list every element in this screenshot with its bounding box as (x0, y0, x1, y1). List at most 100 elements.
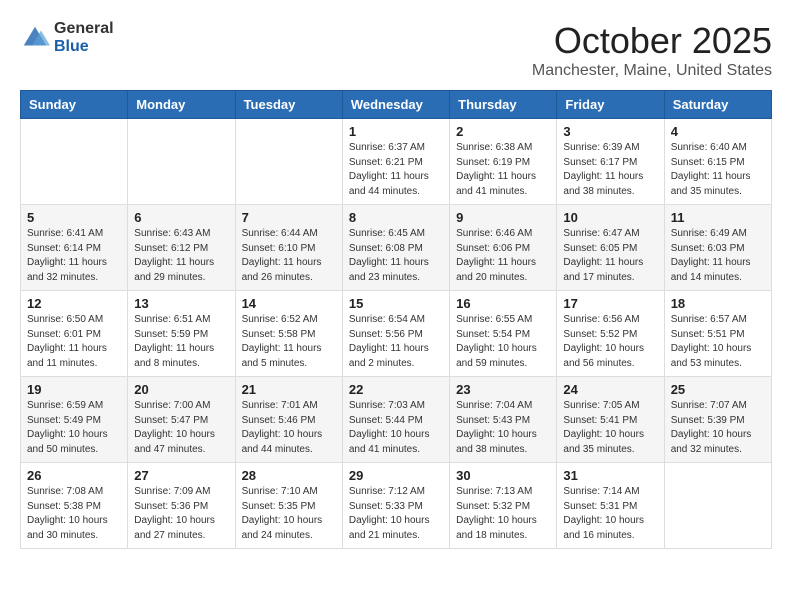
cell-info-text: Sunrise: 7:10 AM Sunset: 5:35 PM Dayligh… (242, 485, 336, 543)
cell-info-text: Sunrise: 7:13 AM Sunset: 5:32 PM Dayligh… (456, 485, 550, 543)
cell-info-text: Sunrise: 6:56 AM Sunset: 5:52 PM Dayligh… (563, 313, 657, 371)
calendar-cell: 29 Sunrise: 7:12 AM Sunset: 5:33 PM Dayli… (342, 463, 449, 549)
cell-day-number: 5 (27, 210, 121, 225)
calendar-header-row: Sunday Monday Tuesday Wednesday Thursday… (21, 91, 772, 119)
cell-day-number: 25 (671, 382, 765, 397)
calendar-cell: 27 Sunrise: 7:09 AM Sunset: 5:36 PM Dayli… (128, 463, 235, 549)
cell-info-text: Sunrise: 7:00 AM Sunset: 5:47 PM Dayligh… (134, 399, 228, 457)
cell-day-number: 16 (456, 296, 550, 311)
calendar-cell: 10 Sunrise: 6:47 AM Sunset: 6:05 PM Dayli… (557, 205, 664, 291)
calendar-cell: 25 Sunrise: 7:07 AM Sunset: 5:39 PM Dayli… (664, 377, 771, 463)
cell-info-text: Sunrise: 6:38 AM Sunset: 6:19 PM Dayligh… (456, 141, 550, 199)
page-header: General Blue October 2025 Manchester, Ma… (20, 20, 772, 80)
cell-info-text: Sunrise: 6:39 AM Sunset: 6:17 PM Dayligh… (563, 141, 657, 199)
cell-info-text: Sunrise: 6:44 AM Sunset: 6:10 PM Dayligh… (242, 227, 336, 285)
cell-day-number: 18 (671, 296, 765, 311)
calendar-cell: 1 Sunrise: 6:37 AM Sunset: 6:21 PM Daylig… (342, 119, 449, 205)
cell-day-number: 22 (349, 382, 443, 397)
calendar-cell: 28Sunrise: 7:10 AM Sunset: 5:35 PM Dayli… (235, 463, 342, 549)
calendar-cell: 21Sunrise: 7:01 AM Sunset: 5:46 PM Dayli… (235, 377, 342, 463)
cell-day-number: 1 (349, 124, 443, 139)
cell-day-number: 20 (134, 382, 228, 397)
cell-day-number: 10 (563, 210, 657, 225)
cell-info-text: Sunrise: 6:55 AM Sunset: 5:54 PM Dayligh… (456, 313, 550, 371)
logo: General Blue (20, 20, 114, 55)
calendar-cell: 9 Sunrise: 6:46 AM Sunset: 6:06 PM Daylig… (450, 205, 557, 291)
calendar-cell: 4Sunrise: 6:40 AM Sunset: 6:15 PM Daylig… (664, 119, 771, 205)
calendar-cell: 5Sunrise: 6:41 AM Sunset: 6:14 PM Daylig… (21, 205, 128, 291)
cell-day-number: 9 (456, 210, 550, 225)
calendar-week-5: 26 Sunrise: 7:08 AM Sunset: 5:38 PM Dayli… (21, 463, 772, 549)
calendar-cell: 26 Sunrise: 7:08 AM Sunset: 5:38 PM Dayli… (21, 463, 128, 549)
cell-day-number: 11 (671, 210, 765, 225)
calendar-cell: 2 Sunrise: 6:38 AM Sunset: 6:19 PM Daylig… (450, 119, 557, 205)
cell-info-text: Sunrise: 6:45 AM Sunset: 6:08 PM Dayligh… (349, 227, 443, 285)
cell-info-text: Sunrise: 6:46 AM Sunset: 6:06 PM Dayligh… (456, 227, 550, 285)
cell-info-text: Sunrise: 6:59 AM Sunset: 5:49 PM Dayligh… (27, 399, 121, 457)
col-sunday: Sunday (21, 91, 128, 119)
calendar-cell (128, 119, 235, 205)
cell-info-text: Sunrise: 6:47 AM Sunset: 6:05 PM Dayligh… (563, 227, 657, 285)
cell-day-number: 14 (242, 296, 336, 311)
cell-info-text: Sunrise: 7:08 AM Sunset: 5:38 PM Dayligh… (27, 485, 121, 543)
calendar-week-3: 12 Sunrise: 6:50 AM Sunset: 6:01 PM Dayli… (21, 291, 772, 377)
calendar-cell: 19Sunrise: 6:59 AM Sunset: 5:49 PM Dayli… (21, 377, 128, 463)
cell-info-text: Sunrise: 6:51 AM Sunset: 5:59 PM Dayligh… (134, 313, 228, 371)
calendar-cell: 20 Sunrise: 7:00 AM Sunset: 5:47 PM Dayli… (128, 377, 235, 463)
calendar-cell: 8 Sunrise: 6:45 AM Sunset: 6:08 PM Daylig… (342, 205, 449, 291)
logo-blue-text: Blue (54, 38, 114, 56)
cell-info-text: Sunrise: 6:50 AM Sunset: 6:01 PM Dayligh… (27, 313, 121, 371)
calendar-week-4: 19Sunrise: 6:59 AM Sunset: 5:49 PM Dayli… (21, 377, 772, 463)
cell-info-text: Sunrise: 6:57 AM Sunset: 5:51 PM Dayligh… (671, 313, 765, 371)
cell-info-text: Sunrise: 7:14 AM Sunset: 5:31 PM Dayligh… (563, 485, 657, 543)
cell-day-number: 26 (27, 468, 121, 483)
calendar-cell (21, 119, 128, 205)
calendar-cell: 13Sunrise: 6:51 AM Sunset: 5:59 PM Dayli… (128, 291, 235, 377)
calendar-cell (235, 119, 342, 205)
calendar-cell: 7 Sunrise: 6:44 AM Sunset: 6:10 PM Daylig… (235, 205, 342, 291)
cell-info-text: Sunrise: 7:09 AM Sunset: 5:36 PM Dayligh… (134, 485, 228, 543)
cell-info-text: Sunrise: 7:12 AM Sunset: 5:33 PM Dayligh… (349, 485, 443, 543)
month-title: October 2025 (532, 20, 772, 62)
cell-day-number: 2 (456, 124, 550, 139)
cell-info-text: Sunrise: 6:37 AM Sunset: 6:21 PM Dayligh… (349, 141, 443, 199)
calendar-cell: 31Sunrise: 7:14 AM Sunset: 5:31 PM Dayli… (557, 463, 664, 549)
calendar-cell: 6Sunrise: 6:43 AM Sunset: 6:12 PM Daylig… (128, 205, 235, 291)
cell-info-text: Sunrise: 7:01 AM Sunset: 5:46 PM Dayligh… (242, 399, 336, 457)
cell-day-number: 17 (563, 296, 657, 311)
cell-day-number: 3 (563, 124, 657, 139)
col-wednesday: Wednesday (342, 91, 449, 119)
cell-day-number: 8 (349, 210, 443, 225)
cell-info-text: Sunrise: 6:54 AM Sunset: 5:56 PM Dayligh… (349, 313, 443, 371)
calendar-week-2: 5Sunrise: 6:41 AM Sunset: 6:14 PM Daylig… (21, 205, 772, 291)
col-saturday: Saturday (664, 91, 771, 119)
col-friday: Friday (557, 91, 664, 119)
calendar-cell: 30Sunrise: 7:13 AM Sunset: 5:32 PM Dayli… (450, 463, 557, 549)
cell-day-number: 6 (134, 210, 228, 225)
location-subtitle: Manchester, Maine, United States (532, 62, 772, 80)
col-tuesday: Tuesday (235, 91, 342, 119)
cell-day-number: 23 (456, 382, 550, 397)
cell-day-number: 12 (27, 296, 121, 311)
calendar-cell: 18 Sunrise: 6:57 AM Sunset: 5:51 PM Dayli… (664, 291, 771, 377)
cell-info-text: Sunrise: 7:07 AM Sunset: 5:39 PM Dayligh… (671, 399, 765, 457)
calendar-cell: 23Sunrise: 7:04 AM Sunset: 5:43 PM Dayli… (450, 377, 557, 463)
title-section: October 2025 Manchester, Maine, United S… (532, 20, 772, 80)
cell-day-number: 29 (349, 468, 443, 483)
cell-day-number: 7 (242, 210, 336, 225)
cell-info-text: Sunrise: 7:05 AM Sunset: 5:41 PM Dayligh… (563, 399, 657, 457)
calendar-cell: 15Sunrise: 6:54 AM Sunset: 5:56 PM Dayli… (342, 291, 449, 377)
calendar-cell: 12 Sunrise: 6:50 AM Sunset: 6:01 PM Dayli… (21, 291, 128, 377)
calendar-cell: 17 Sunrise: 6:56 AM Sunset: 5:52 PM Dayli… (557, 291, 664, 377)
calendar-cell: 11 Sunrise: 6:49 AM Sunset: 6:03 PM Dayli… (664, 205, 771, 291)
cell-info-text: Sunrise: 6:49 AM Sunset: 6:03 PM Dayligh… (671, 227, 765, 285)
logo-general-text: General (54, 20, 114, 38)
calendar-table: Sunday Monday Tuesday Wednesday Thursday… (20, 90, 772, 549)
calendar-cell: 3 Sunrise: 6:39 AM Sunset: 6:17 PM Daylig… (557, 119, 664, 205)
calendar-cell: 16 Sunrise: 6:55 AM Sunset: 5:54 PM Dayli… (450, 291, 557, 377)
calendar-cell: 14Sunrise: 6:52 AM Sunset: 5:58 PM Dayli… (235, 291, 342, 377)
col-thursday: Thursday (450, 91, 557, 119)
calendar-cell: 24Sunrise: 7:05 AM Sunset: 5:41 PM Dayli… (557, 377, 664, 463)
calendar-week-1: 1 Sunrise: 6:37 AM Sunset: 6:21 PM Daylig… (21, 119, 772, 205)
cell-day-number: 27 (134, 468, 228, 483)
